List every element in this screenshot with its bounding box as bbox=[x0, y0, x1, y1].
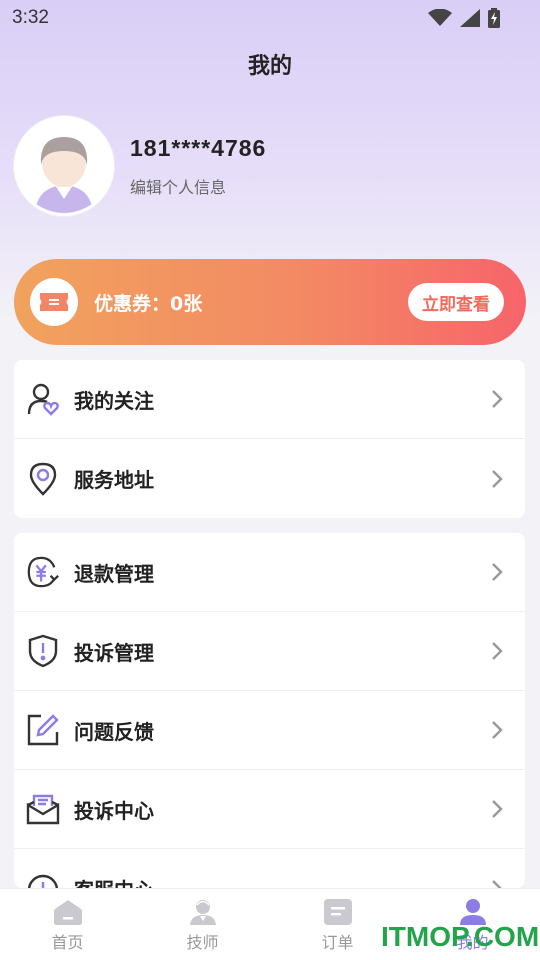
menu-item-following[interactable]: 我的关注 bbox=[14, 360, 525, 439]
tab-label: 首页 bbox=[51, 933, 84, 952]
coupon-icon-wrap bbox=[30, 278, 78, 326]
avatar[interactable] bbox=[14, 116, 114, 216]
tab-label: 订单 bbox=[321, 933, 354, 952]
tab-label: 技师 bbox=[186, 933, 219, 952]
shield-alert-icon bbox=[26, 634, 60, 668]
page-title: 我的 bbox=[247, 54, 292, 79]
status-icons bbox=[428, 8, 500, 28]
edit-profile-link[interactable]: 编辑个人信息 bbox=[130, 174, 266, 198]
mail-icon bbox=[26, 792, 60, 826]
menu-item-complaint-management[interactable]: 投诉管理 bbox=[14, 612, 525, 691]
menu-card-2: 退款管理 投诉管理 问题反馈 投诉中心 bbox=[14, 533, 525, 888]
coupon-count: 优惠券：0张 bbox=[94, 292, 203, 315]
menu-item-label: 退款管理 bbox=[74, 561, 154, 586]
default-avatar-icon bbox=[17, 119, 111, 213]
menu-item-label: 投诉管理 bbox=[74, 640, 154, 665]
chevron-right-icon bbox=[492, 721, 503, 739]
view-coupon-button[interactable]: 立即查看 bbox=[408, 283, 504, 321]
menu-item-label: 客服中心 bbox=[74, 874, 491, 888]
status-time: 3:32 bbox=[12, 7, 49, 28]
status-bar: 3:32 bbox=[0, 0, 540, 36]
menu-item-label: 投诉中心 bbox=[74, 798, 154, 823]
chevron-right-icon bbox=[492, 800, 503, 818]
menu-item-label: 我的关注 bbox=[74, 388, 154, 413]
chevron-right-icon bbox=[492, 469, 503, 488]
ticket-icon bbox=[40, 293, 68, 311]
coupon-banner[interactable]: 优惠券：0张 立即查看 bbox=[14, 259, 526, 345]
menu-item-customer-service[interactable]: 客服中心 bbox=[14, 849, 525, 888]
chevron-right-icon bbox=[492, 563, 503, 581]
user-phone: 181****4786 bbox=[130, 134, 267, 161]
menu-card-1: 我的关注 服务地址 bbox=[14, 360, 525, 518]
signal-icon bbox=[460, 9, 480, 27]
menu-item-refund[interactable]: 退款管理 bbox=[14, 533, 525, 612]
chevron-right-icon bbox=[492, 879, 503, 888]
menu-item-address[interactable]: 服务地址 bbox=[14, 439, 525, 518]
home-icon bbox=[53, 900, 82, 925]
menu-item-label: 问题反馈 bbox=[74, 719, 154, 744]
refund-icon bbox=[26, 555, 60, 589]
headset-icon bbox=[26, 872, 60, 888]
battery-icon bbox=[488, 8, 500, 28]
chevron-right-icon bbox=[492, 642, 503, 660]
order-icon bbox=[323, 899, 352, 925]
technician-icon bbox=[189, 900, 216, 925]
tab-technician[interactable]: 技师 bbox=[135, 889, 270, 960]
chevron-right-icon bbox=[492, 390, 503, 408]
menu-item-complaint-center[interactable]: 投诉中心 bbox=[14, 770, 525, 849]
location-pin-icon bbox=[26, 462, 60, 496]
menu-item-feedback[interactable]: 问题反馈 bbox=[14, 691, 525, 770]
menu-item-label: 服务地址 bbox=[74, 468, 154, 492]
user-heart-icon bbox=[26, 382, 60, 416]
wifi-icon bbox=[428, 9, 452, 26]
watermark-text: ITMOP.COM bbox=[381, 921, 540, 952]
profile-section[interactable]: 181****4786 编辑个人信息 bbox=[14, 116, 526, 216]
edit-icon bbox=[26, 713, 60, 747]
tab-home[interactable]: 首页 bbox=[0, 889, 135, 960]
